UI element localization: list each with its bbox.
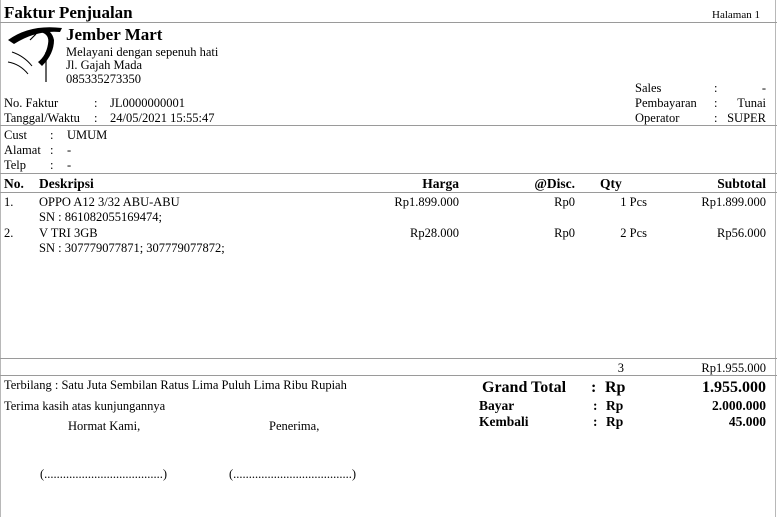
row-1-qty: 1 Pcs <box>620 195 647 209</box>
row-2-price: Rp28.000 <box>410 226 459 240</box>
invoice-date-sep: : <box>94 111 98 125</box>
row-2-no: 2. <box>4 226 14 240</box>
kembali-sep: : <box>593 414 598 429</box>
row-1-subtotal: Rp1.899.000 <box>701 195 766 209</box>
table-top-divider <box>0 173 777 174</box>
invoice-title: Faktur Penjualan <box>4 3 133 22</box>
row-2-qty: 2 Pcs <box>620 226 647 240</box>
signature-left: (......................................) <box>40 467 168 481</box>
operator-value: SUPER <box>727 111 766 125</box>
bayar-label: Bayar <box>479 398 515 413</box>
row-1-disc: Rp0 <box>554 195 575 209</box>
col-header-desc: Deskripsi <box>39 176 94 191</box>
col-header-disc: @Disc. <box>534 176 575 191</box>
row-1-sn: SN : 861082055169474; <box>39 210 162 224</box>
kembali-value: 45.000 <box>728 414 766 429</box>
grand-total-label: Grand Total <box>482 379 567 396</box>
terbilang-text: Terbilang : Satu Juta Sembilan Ratus Lim… <box>4 378 347 392</box>
info-divider <box>0 125 777 126</box>
invoice-no-sep: : <box>94 96 98 110</box>
row-1-no: 1. <box>4 195 14 209</box>
table-bottom-divider <box>0 358 777 359</box>
grand-total-value: 1.955.000 <box>702 379 766 396</box>
col-header-price: Harga <box>422 176 459 191</box>
total-qty: 3 <box>617 361 624 375</box>
page-number: Halaman 1 <box>712 9 760 21</box>
frame-right-border <box>775 0 776 517</box>
col-header-no: No. <box>4 176 24 191</box>
total-subtotal: Rp1.955.000 <box>701 361 766 375</box>
row-1-desc: OPPO A12 3/32 ABU-ABU <box>39 195 180 209</box>
invoice-no-value: JL0000000001 <box>110 96 185 110</box>
store-phone: 085335273350 <box>66 72 141 86</box>
thanks-text: Terima kasih atas kunjungannya <box>4 399 166 413</box>
operator-label: Operator <box>635 111 680 125</box>
frame-left-border <box>0 0 1 517</box>
table-header-divider <box>0 192 777 193</box>
payment-label: Pembayaran <box>635 96 697 110</box>
bayar-value: 2.000.000 <box>712 398 766 413</box>
address-label: Alamat <box>4 143 41 157</box>
store-logo-icon <box>7 27 62 82</box>
address-value: - <box>67 143 72 157</box>
footer-divider <box>0 375 777 376</box>
bayar-currency: Rp <box>606 398 624 413</box>
col-header-subtotal: Subtotal <box>717 176 766 191</box>
kembali-label: Kembali <box>479 414 529 429</box>
store-address: Jl. Gajah Mada <box>66 58 143 72</box>
customer-value: UMUM <box>67 128 108 142</box>
address-sep: : <box>50 143 54 157</box>
grand-total-currency: Rp <box>605 379 626 396</box>
kembali-currency: Rp <box>606 414 624 429</box>
row-2-desc: V TRI 3GB <box>39 226 98 240</box>
row-1-price: Rp1.899.000 <box>394 195 459 209</box>
customer-sep: : <box>50 128 54 142</box>
phone-sep: : <box>50 158 54 172</box>
store-tagline: Melayani dengan sepenuh hati <box>66 45 219 59</box>
phone-value: - <box>67 158 72 172</box>
grand-total-sep: : <box>591 379 597 396</box>
row-2-sn: SN : 307779077871; 307779077872; <box>39 241 225 255</box>
signature-right: (......................................) <box>229 467 357 481</box>
col-header-qty: Qty <box>600 176 622 191</box>
phone-label: Telp <box>4 158 27 172</box>
store-name: Jember Mart <box>66 25 163 44</box>
sales-label: Sales <box>635 81 662 95</box>
invoice-date-label: Tanggal/Waktu <box>4 111 80 125</box>
row-2-disc: Rp0 <box>554 226 575 240</box>
invoice-no-label: No. Faktur <box>4 96 59 110</box>
row-2-subtotal: Rp56.000 <box>717 226 766 240</box>
invoice-date-value: 24/05/2021 15:55:47 <box>110 111 215 125</box>
sales-value: - <box>761 81 766 95</box>
payment-value: Tunai <box>737 96 766 110</box>
penerima-text: Penerima, <box>269 419 320 433</box>
customer-label: Cust <box>4 128 27 142</box>
hormat-kami-text: Hormat Kami, <box>68 419 141 433</box>
bayar-sep: : <box>593 398 598 413</box>
header-divider <box>0 22 777 23</box>
